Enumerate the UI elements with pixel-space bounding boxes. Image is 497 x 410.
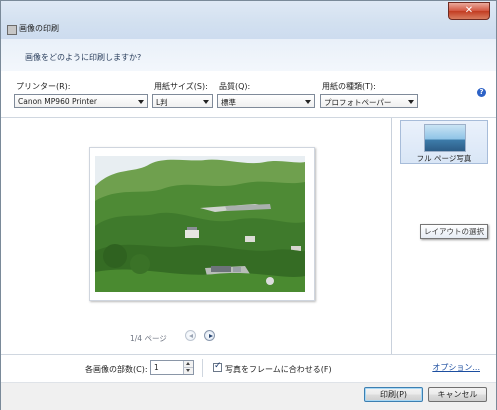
- preview-page: [89, 147, 315, 301]
- paper-size-select[interactable]: L判: [152, 94, 213, 108]
- cancel-button[interactable]: キャンセル: [428, 387, 487, 402]
- help-icon[interactable]: ?: [477, 88, 486, 97]
- printer-value: Canon MP960 Printer: [18, 97, 97, 106]
- chevron-down-icon: [203, 100, 209, 104]
- chevron-down-icon: [138, 100, 144, 104]
- printer-icon: [7, 25, 17, 35]
- copies-label: 各画像の部数(C):: [85, 365, 148, 374]
- copies-stepper[interactable]: 1: [150, 360, 194, 375]
- close-button[interactable]: ✕: [448, 2, 490, 20]
- print-button[interactable]: 印刷(P): [364, 387, 423, 402]
- layout-item-label: フル ページ写真: [416, 154, 472, 163]
- chevron-down-icon: [305, 100, 311, 104]
- layout-tooltip: レイアウトの選択: [420, 224, 488, 239]
- quality-select[interactable]: 標準: [217, 94, 315, 108]
- paper-size-label: 用紙サイズ(S):: [154, 82, 208, 91]
- window-title: 画像の印刷: [19, 24, 59, 33]
- next-page-button[interactable]: [204, 330, 215, 341]
- options-link[interactable]: オプション...: [432, 362, 480, 373]
- paper-type-label: 用紙の種類(T):: [322, 82, 376, 91]
- dialog-footer: 印刷(P) キャンセル: [1, 382, 496, 410]
- print-pictures-dialog: 画像の印刷 ✕ 画像をどのように印刷しますか? プリンター(R): Canon …: [0, 0, 497, 410]
- previous-page-button[interactable]: [185, 330, 196, 341]
- layout-thumbnail: [424, 124, 466, 152]
- landscape-photo: [95, 156, 305, 292]
- chevron-down-icon: [408, 100, 414, 104]
- header-question: 画像をどのように印刷しますか?: [25, 53, 142, 62]
- page-indicator: 1/4 ページ: [130, 334, 167, 343]
- paper-size-value: L判: [156, 98, 168, 107]
- paper-type-select[interactable]: プロフォトペーパー: [320, 94, 418, 108]
- copies-value: 1: [154, 363, 159, 372]
- title-bar: 画像の印刷 ✕: [1, 1, 496, 39]
- dialog-header: 画像をどのように印刷しますか?: [1, 39, 496, 72]
- fit-frame-label[interactable]: 写真をフレームに合わせる(F): [225, 364, 332, 375]
- paper-type-value: プロフォトペーパー: [324, 98, 392, 107]
- spin-up-icon[interactable]: [183, 361, 193, 368]
- print-options-row: プリンター(R): Canon MP960 Printer 用紙サイズ(S): …: [1, 71, 496, 118]
- quality-label: 品質(Q):: [219, 82, 251, 91]
- copies-row: 各画像の部数(C): 1 写真をフレームに合わせる(F) オプション...: [1, 354, 496, 382]
- quality-value: 標準: [221, 98, 236, 107]
- spin-down-icon[interactable]: [183, 368, 193, 374]
- layout-item-full-page-photo[interactable]: フル ページ写真: [400, 120, 488, 164]
- print-preview-area: 1/4 ページ: [1, 118, 392, 354]
- printer-select[interactable]: Canon MP960 Printer: [14, 94, 148, 108]
- arrow-right-icon: [208, 333, 213, 338]
- arrow-left-icon: [188, 333, 193, 338]
- divider: [202, 359, 203, 377]
- printer-label: プリンター(R):: [16, 82, 71, 91]
- fit-frame-checkbox[interactable]: [213, 361, 222, 372]
